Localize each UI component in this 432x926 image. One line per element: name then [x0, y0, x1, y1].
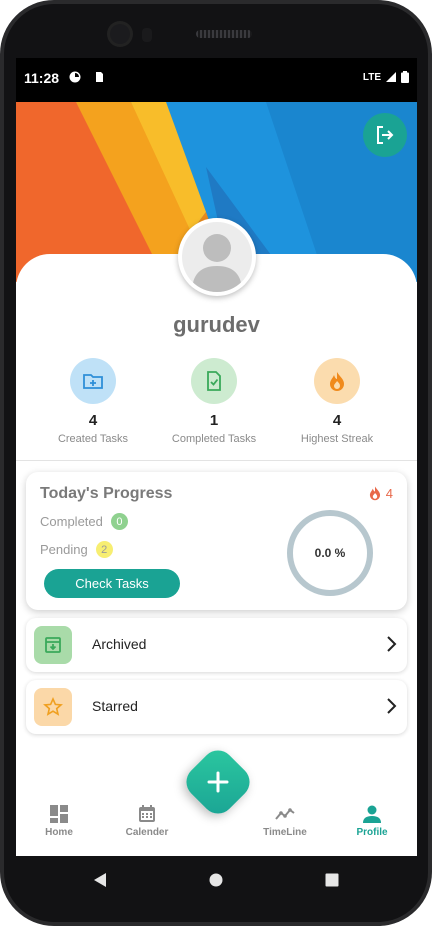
- fire-icon: [330, 372, 344, 391]
- stat-label: Created Tasks: [57, 433, 129, 445]
- front-camera: [110, 24, 130, 44]
- nav-label: Home: [45, 827, 73, 838]
- todays-progress-card: Today's Progress 4 Completed 0 Pending 2…: [26, 472, 407, 610]
- avatar-placeholder: [182, 222, 252, 292]
- plus-icon: [207, 771, 229, 793]
- starred-icon-tile: [34, 688, 72, 726]
- logout-icon: [377, 126, 394, 144]
- calendar-icon: [139, 805, 155, 822]
- back-triangle-icon: [94, 873, 106, 887]
- nav-item-timeline[interactable]: TimeLine: [250, 804, 320, 838]
- nav-label: TimeLine: [263, 827, 307, 838]
- nav-label: Calender: [125, 827, 169, 838]
- star-icon: [43, 697, 63, 716]
- folder-plus-icon: [83, 374, 103, 389]
- nav-item-home[interactable]: Home: [24, 804, 94, 838]
- completed-row: Completed 0: [40, 513, 128, 530]
- stat-icon-circle: [191, 358, 237, 404]
- network-type: LTE: [362, 72, 381, 83]
- streak-indicator: 4: [367, 484, 393, 502]
- signal-icon: [386, 72, 396, 82]
- person-silhouette-icon: [192, 234, 242, 292]
- recents-square-icon: [325, 873, 339, 887]
- completed-count-badge: 0: [110, 513, 128, 530]
- nav-item-calender[interactable]: Calender: [112, 804, 182, 838]
- home-circle-icon: [209, 873, 223, 887]
- dashboard-icon: [50, 805, 68, 823]
- phone-frame: 11:28 LTE gurudev 4 Created Tasks 1 Comp…: [0, 0, 432, 926]
- file-check-icon: [207, 371, 221, 391]
- progress-title: Today's Progress: [40, 485, 173, 502]
- stat-highest-streak: 4 Highest Streak: [277, 358, 397, 445]
- status-bar: 11:28 LTE: [16, 58, 417, 102]
- add-task-button-icon-wrap[interactable]: [191, 755, 245, 809]
- speaker-grille: [196, 30, 252, 38]
- battery-icon: [401, 71, 409, 83]
- stat-created-tasks: 4 Created Tasks: [33, 358, 153, 445]
- stat-value: 4: [88, 412, 98, 429]
- stat-icon-circle: [70, 358, 116, 404]
- check-tasks-button[interactable]: Check Tasks: [44, 569, 180, 598]
- sensor: [142, 28, 152, 42]
- stat-value: 4: [332, 412, 342, 429]
- archived-icon-tile: [34, 626, 72, 664]
- pending-row: Pending 2: [40, 541, 113, 558]
- system-navigation-bar: [0, 856, 432, 904]
- status-time: 11:28: [24, 70, 60, 86]
- divider: [16, 460, 417, 461]
- stat-icon-circle: [314, 358, 360, 404]
- screen: 11:28 LTE gurudev 4 Created Tasks 1 Comp…: [16, 58, 417, 856]
- username: gurudev: [173, 312, 260, 337]
- streak-count: 4: [385, 485, 393, 501]
- avatar[interactable]: [178, 218, 256, 296]
- stat-value: 1: [209, 412, 219, 429]
- sim-card-icon: [96, 72, 103, 82]
- list-item-label: Archived: [92, 636, 147, 652]
- progress-percent: 0.0 %: [314, 546, 346, 560]
- nav-label: Profile: [356, 827, 388, 838]
- sync-icon: [69, 71, 81, 83]
- timeline-icon: [275, 808, 295, 820]
- list-item-label: Starred: [92, 698, 138, 714]
- logout-button[interactable]: [363, 113, 407, 157]
- pending-label: Pending: [40, 542, 88, 557]
- chevron-right-icon: [387, 636, 397, 652]
- chevron-right-icon: [387, 698, 397, 714]
- stat-label: Highest Streak: [300, 433, 374, 445]
- system-back-button[interactable]: [90, 870, 110, 890]
- system-home-button[interactable]: [206, 870, 226, 890]
- archive-icon: [45, 637, 61, 653]
- completed-label: Completed: [40, 514, 103, 529]
- nav-item-profile[interactable]: Profile: [337, 804, 407, 838]
- person-icon: [363, 805, 381, 823]
- pending-count-badge: 2: [95, 541, 113, 558]
- list-item-archived[interactable]: Archived: [26, 618, 407, 672]
- stat-label: Completed Tasks: [171, 433, 257, 445]
- fire-icon: [369, 486, 380, 501]
- stat-completed-tasks: 1 Completed Tasks: [154, 358, 274, 445]
- system-recents-button[interactable]: [322, 870, 342, 890]
- list-item-starred[interactable]: Starred: [26, 680, 407, 734]
